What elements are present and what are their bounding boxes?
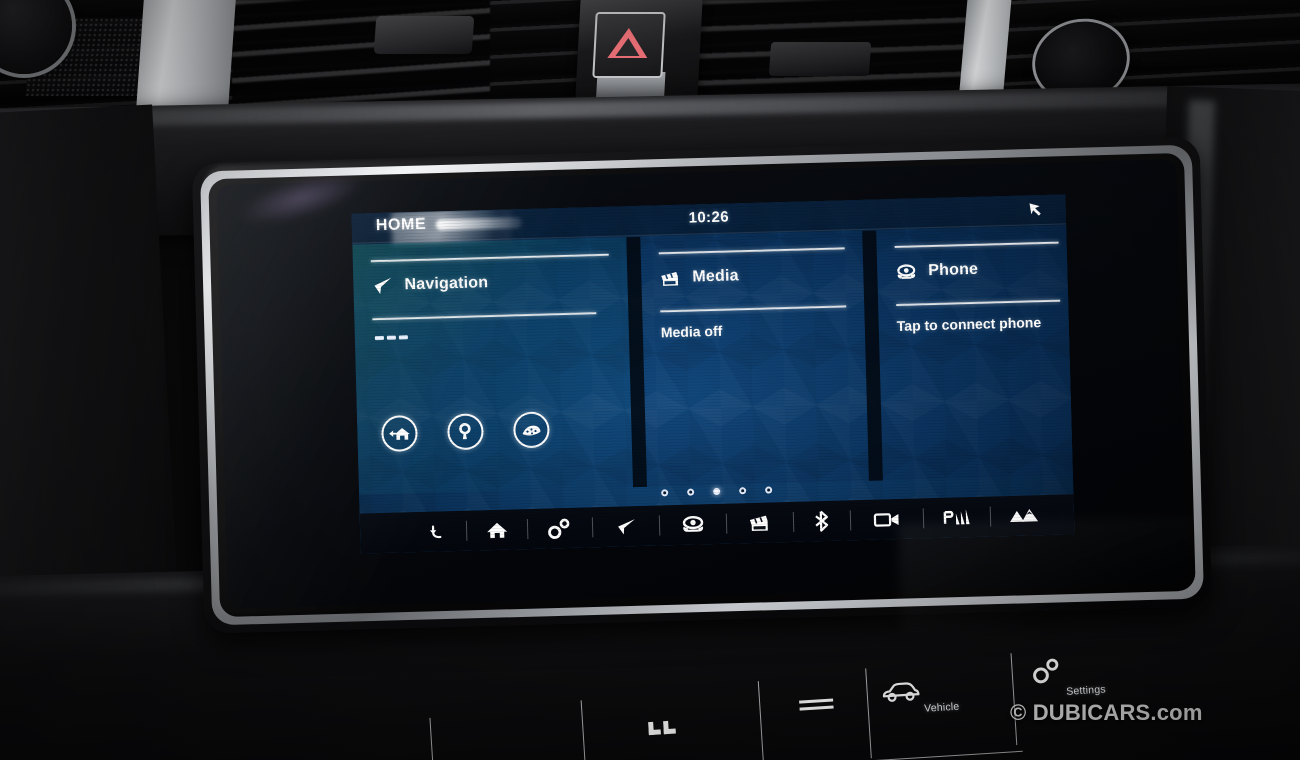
settings-icon xyxy=(547,517,574,540)
navigation-shortcuts xyxy=(381,411,550,452)
climate-divider xyxy=(757,681,765,760)
page-dot[interactable] xyxy=(660,489,668,497)
seat-heater-icon xyxy=(616,719,707,738)
page-dot[interactable] xyxy=(738,487,746,495)
climate-bottom-rule xyxy=(433,750,1023,760)
watermark: © DUBICARS.com xyxy=(1010,700,1203,725)
tile-navigation-label: Navigation xyxy=(404,274,489,294)
home-icon xyxy=(486,520,509,541)
tile-navigation-header: Navigation xyxy=(371,273,488,296)
navigate-home-icon[interactable] xyxy=(381,415,418,452)
tile-navigation[interactable]: Navigation xyxy=(352,237,634,495)
expand-arrow-icon[interactable] xyxy=(1025,199,1046,220)
hazard-warning-icon-inner xyxy=(615,38,641,56)
park-assist-icon xyxy=(943,508,971,527)
nav-media-button[interactable] xyxy=(727,502,794,544)
camera-icon xyxy=(873,510,901,529)
chrome-trim-left xyxy=(135,0,237,114)
tile-media-label: Media xyxy=(692,267,739,286)
airflow-mode-icon xyxy=(781,697,851,711)
back-icon xyxy=(428,521,449,542)
tile-phone-header: Phone xyxy=(895,260,978,282)
terrain-icon xyxy=(1009,507,1039,524)
nav-back-button[interactable] xyxy=(410,511,467,553)
airflow-mode-button[interactable] xyxy=(781,693,852,715)
infotainment-display[interactable]: HOME 10:26 Navigation Media Media off Ph… xyxy=(351,194,1075,554)
climate-divider xyxy=(580,700,587,760)
dashboard-scene: HOME 10:26 Navigation Media Media off Ph… xyxy=(0,0,1300,760)
search-destination-icon[interactable] xyxy=(446,413,484,451)
seat-heater-button[interactable] xyxy=(616,719,707,738)
vehicle-button[interactable]: Vehicle xyxy=(880,674,1002,717)
navigation-icon xyxy=(614,516,639,537)
hazard-warning-button[interactable] xyxy=(592,12,666,78)
home-tiles: Navigation Media Media off Phone Tap to … xyxy=(352,225,1073,495)
media-icon xyxy=(748,512,773,533)
vent-control-tab-left[interactable] xyxy=(373,16,475,54)
tile-media-content: Media off xyxy=(660,322,723,341)
media-icon xyxy=(659,268,682,289)
tile-media-header: Media xyxy=(659,266,739,288)
tile-media[interactable]: Media Media off xyxy=(640,230,869,487)
phone-icon xyxy=(895,261,918,282)
tile-phone[interactable]: Phone Tap to connect phone xyxy=(876,225,1073,481)
nav-park-assist-button[interactable] xyxy=(924,497,991,539)
destination-flag-icon[interactable] xyxy=(512,411,550,449)
nav-home-button[interactable] xyxy=(467,509,528,551)
navigation-arrow-icon xyxy=(371,276,394,297)
nav-settings-button[interactable] xyxy=(528,507,593,549)
page-dot-active[interactable] xyxy=(712,487,720,496)
nav-navigation-button[interactable] xyxy=(593,506,660,548)
vent-control-tab-right[interactable] xyxy=(768,42,872,76)
phone-icon xyxy=(680,514,707,535)
nav-phone-button[interactable] xyxy=(660,504,727,546)
settings-icon xyxy=(1029,651,1141,686)
bluetooth-icon xyxy=(813,510,832,532)
settings-button[interactable]: Settings xyxy=(1029,651,1141,700)
nav-bluetooth-button[interactable] xyxy=(794,500,851,542)
tile-phone-label: Phone xyxy=(928,260,979,280)
page-dot[interactable] xyxy=(764,486,772,494)
climate-divider xyxy=(865,668,872,759)
nav-terrain-button[interactable] xyxy=(991,495,1058,537)
page-dot[interactable] xyxy=(686,488,694,496)
nav-camera-button[interactable] xyxy=(851,498,924,540)
